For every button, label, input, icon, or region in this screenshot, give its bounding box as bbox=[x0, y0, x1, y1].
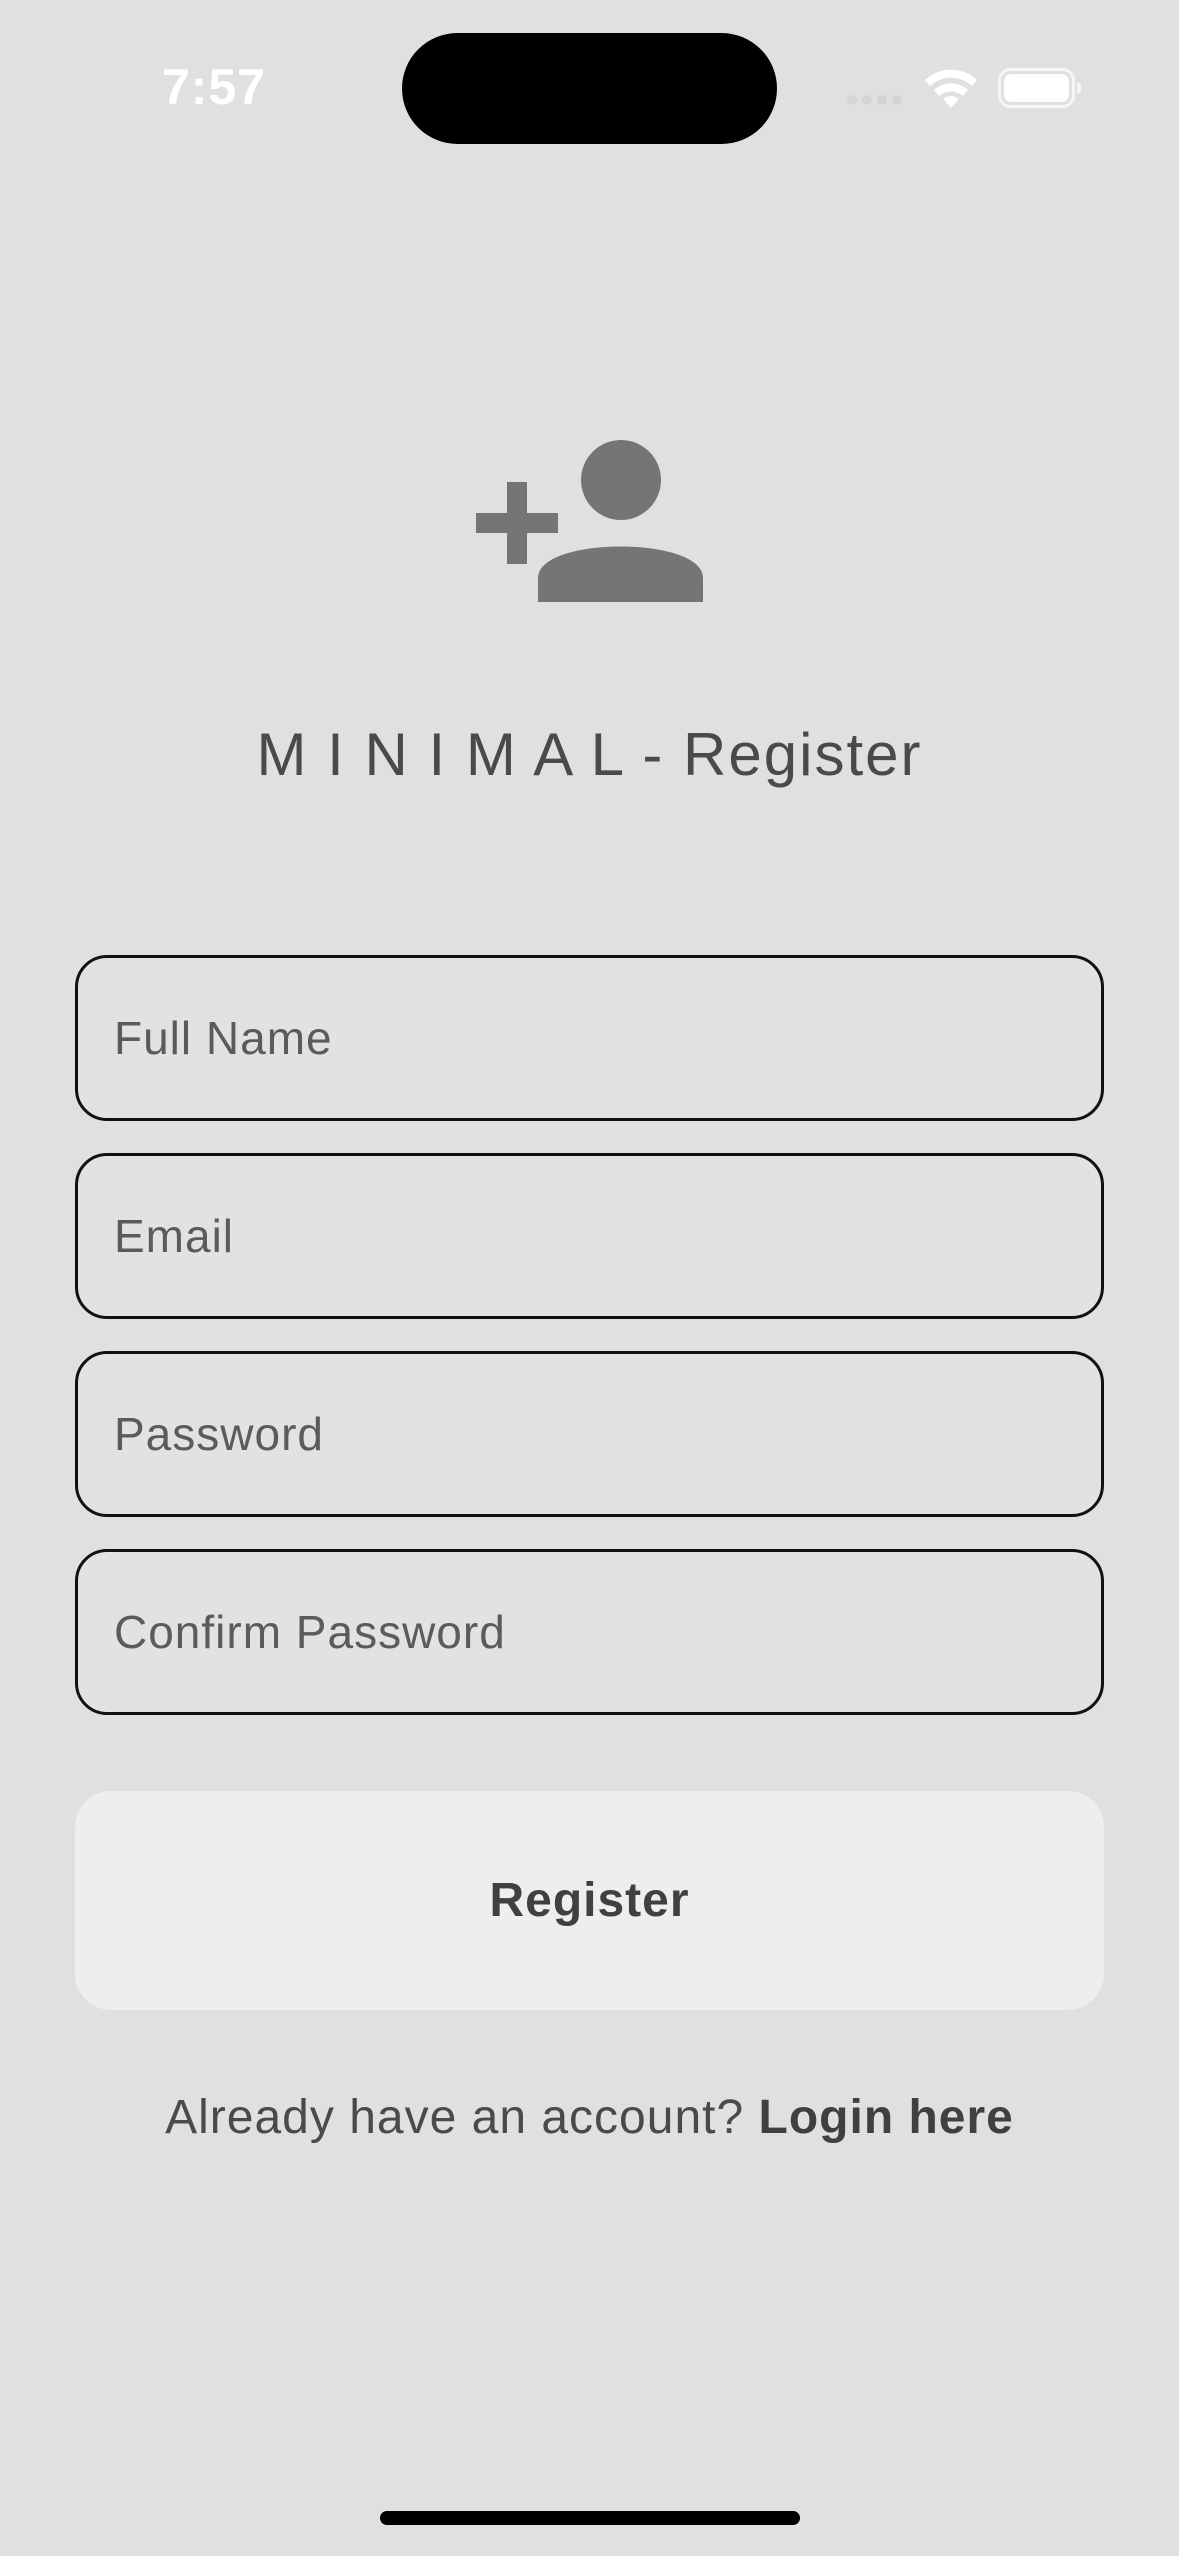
dynamic-island bbox=[402, 33, 777, 144]
login-link[interactable]: Login here bbox=[759, 2091, 1014, 2144]
register-button-label: Register bbox=[489, 1874, 690, 1927]
password-field[interactable] bbox=[75, 1351, 1104, 1517]
status-time: 7:57 bbox=[162, 59, 267, 115]
wifi-icon bbox=[925, 69, 977, 108]
full-name-input[interactable] bbox=[112, 1010, 1101, 1066]
confirm-password-field[interactable] bbox=[75, 1549, 1104, 1715]
email-field[interactable] bbox=[75, 1153, 1104, 1319]
home-indicator[interactable] bbox=[380, 2511, 800, 2525]
page-title: M I N I M A L - Register bbox=[256, 721, 923, 788]
signal-icon bbox=[847, 95, 902, 105]
confirm-password-input[interactable] bbox=[112, 1604, 1101, 1660]
person-add-icon bbox=[476, 440, 703, 602]
full-name-field[interactable] bbox=[75, 955, 1104, 1121]
email-input[interactable] bbox=[112, 1208, 1101, 1264]
battery-icon bbox=[998, 68, 1081, 108]
login-prompt: Already have an account? Login here bbox=[0, 2090, 1179, 2145]
register-button[interactable]: Register bbox=[75, 1791, 1104, 2010]
login-prompt-text: Already have an account? bbox=[165, 2091, 759, 2144]
password-input[interactable] bbox=[112, 1406, 1101, 1462]
